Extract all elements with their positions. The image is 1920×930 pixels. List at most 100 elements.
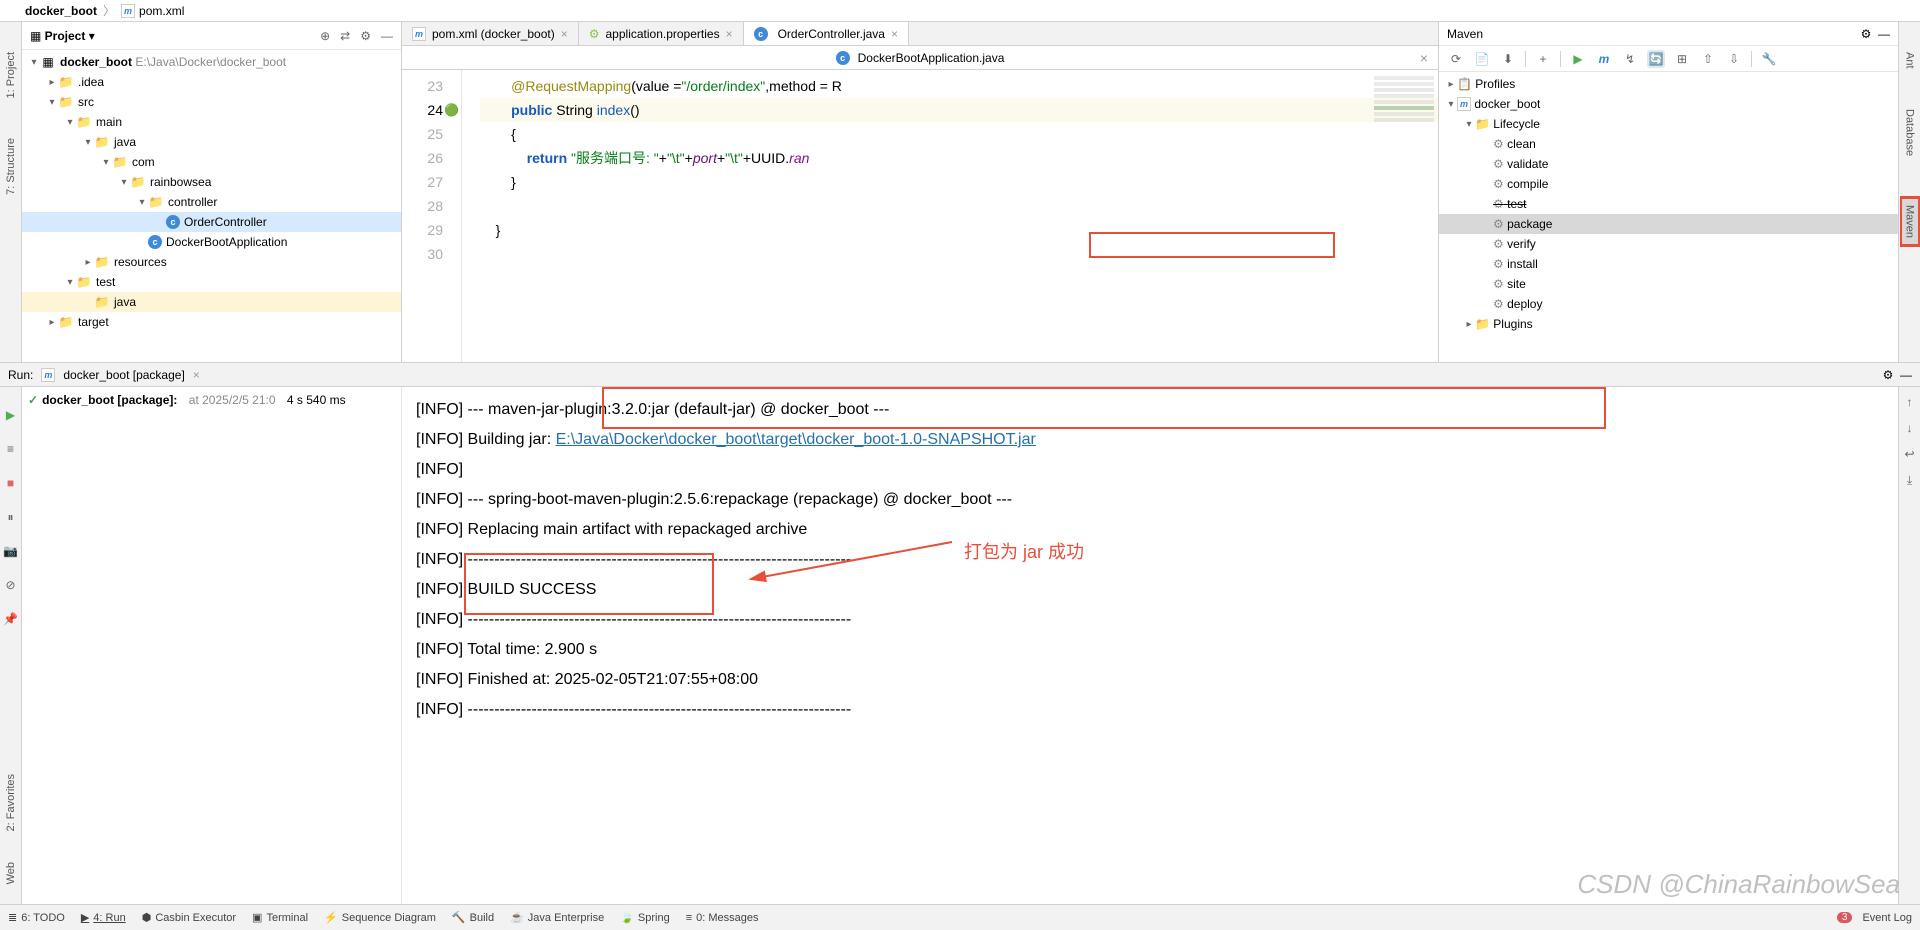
run-tree-row[interactable]: ✓ docker_boot [package]: at 2025/2/5 21:…: [26, 391, 397, 409]
tree-root[interactable]: ▾▦docker_boot E:\Java\Docker\docker_boot: [22, 52, 401, 72]
down-icon[interactable]: ↓: [1907, 421, 1913, 435]
project-tool-button[interactable]: 1: Project: [5, 52, 17, 98]
status-build[interactable]: 🔨 Build: [452, 911, 494, 924]
close-icon[interactable]: ×: [726, 27, 733, 41]
camera-icon[interactable]: 📷: [3, 543, 19, 559]
run-title: Run:: [8, 368, 33, 382]
maven-package[interactable]: ⚙ package: [1439, 214, 1898, 234]
clear-icon[interactable]: ⊘: [3, 577, 19, 593]
maven-tool-button[interactable]: Maven: [1900, 196, 1920, 247]
maven-deploy[interactable]: ⚙ deploy: [1439, 294, 1898, 314]
maven-lifecycle[interactable]: ▾📁 Lifecycle: [1439, 114, 1898, 134]
web-tool-button[interactable]: Web: [5, 862, 17, 884]
status-casbin[interactable]: ⬢ Casbin Executor: [142, 911, 236, 924]
code-content[interactable]: @RequestMapping(value ="/order/index",me…: [462, 70, 1438, 362]
maven-tree[interactable]: ▸📋 Profiles ▾m docker_boot ▾📁 Lifecycle …: [1439, 72, 1898, 362]
hide-icon[interactable]: —: [1900, 368, 1912, 382]
maven-project[interactable]: ▾m docker_boot: [1439, 94, 1898, 114]
status-javaee[interactable]: ☕ Java Enterprise: [510, 911, 604, 924]
status-messages[interactable]: ≡ 0: Messages: [686, 912, 759, 924]
tree-main[interactable]: ▾📁main: [22, 112, 401, 132]
project-tree[interactable]: ▾▦docker_boot E:\Java\Docker\docker_boot…: [22, 50, 401, 362]
collapse-icon[interactable]: ⇧: [1699, 50, 1717, 68]
jar-path-link[interactable]: E:\Java\Docker\docker_boot\target\docker…: [556, 431, 1036, 448]
tab-appprops[interactable]: ⚙application.properties×: [579, 22, 744, 45]
status-eventlog[interactable]: Event Log: [1862, 912, 1912, 924]
locate-icon[interactable]: ⊕: [320, 29, 330, 43]
run-icon[interactable]: ▶: [1569, 50, 1587, 68]
stop-icon[interactable]: ■: [3, 475, 19, 491]
rerun-icon[interactable]: ▶: [3, 407, 19, 423]
status-todo[interactable]: ≣ 6: TODO: [8, 911, 65, 924]
run-console[interactable]: [INFO] --- maven-jar-plugin:3.2.0:jar (d…: [402, 387, 1898, 904]
tree-rainbowsea[interactable]: ▾📁rainbowsea: [22, 172, 401, 192]
status-sequence[interactable]: ⚡ Sequence Diagram: [324, 911, 436, 924]
maven-install[interactable]: ⚙ install: [1439, 254, 1898, 274]
maven-site[interactable]: ⚙ site: [1439, 274, 1898, 294]
gear-icon[interactable]: ⚙: [360, 29, 371, 43]
tree-src[interactable]: ▾📁src: [22, 92, 401, 112]
tree-java[interactable]: ▾📁java: [22, 132, 401, 152]
tree-ordercontroller[interactable]: cOrderController: [22, 212, 401, 232]
tree-test[interactable]: ▾📁test: [22, 272, 401, 292]
m-icon[interactable]: m: [1595, 50, 1613, 68]
close-icon[interactable]: ×: [561, 27, 568, 41]
gear-icon[interactable]: ⚙: [1883, 368, 1894, 382]
favorites-tool-button[interactable]: 2: Favorites: [5, 774, 17, 831]
ant-tool-button[interactable]: Ant: [1904, 52, 1916, 69]
status-run[interactable]: ▶ 4: Run: [81, 911, 126, 924]
maven-verify[interactable]: ⚙ verify: [1439, 234, 1898, 254]
maven-validate[interactable]: ⚙ validate: [1439, 154, 1898, 174]
tab-ordercontroller[interactable]: cOrderController.java×: [744, 22, 909, 45]
structure-tool-button[interactable]: 7: Structure: [5, 138, 17, 195]
graph-icon[interactable]: ⊞: [1673, 50, 1691, 68]
add-icon[interactable]: +: [1534, 50, 1552, 68]
sources-icon[interactable]: 📄: [1473, 50, 1491, 68]
breadcrumb-project[interactable]: docker_boot: [25, 4, 97, 18]
filter-icon[interactable]: ≡: [3, 441, 19, 457]
maven-plugins[interactable]: ▸📁 Plugins: [1439, 314, 1898, 334]
download-icon[interactable]: ⬇: [1499, 50, 1517, 68]
tree-resources[interactable]: ▸📁resources: [22, 252, 401, 272]
skip-tests-icon[interactable]: ↯: [1621, 50, 1639, 68]
maven-clean[interactable]: ⚙ clean: [1439, 134, 1898, 154]
close-icon[interactable]: ×: [1420, 50, 1428, 66]
tree-idea[interactable]: ▸📁.idea: [22, 72, 401, 92]
tree-com[interactable]: ▾📁com: [22, 152, 401, 172]
status-terminal[interactable]: ▣ Terminal: [252, 911, 308, 924]
wrap-icon[interactable]: ↩: [1904, 447, 1914, 461]
tab-pom[interactable]: mpom.xml (docker_boot)×: [402, 22, 579, 45]
watermark: CSDN @ChinaRainbowSea: [1577, 869, 1900, 900]
run-panel: Run: m docker_boot [package] × ⚙ — ▶ ≡ ■…: [0, 362, 1920, 904]
offline-icon[interactable]: 🔄: [1647, 50, 1665, 68]
tree-target[interactable]: ▸📁target: [22, 312, 401, 332]
breadcrumb-file[interactable]: mpom.xml: [121, 4, 184, 18]
run-tree[interactable]: ✓ docker_boot [package]: at 2025/2/5 21:…: [22, 387, 402, 904]
refresh-icon[interactable]: ⟳: [1447, 50, 1465, 68]
close-icon[interactable]: ×: [891, 27, 898, 41]
database-tool-button[interactable]: Database: [1904, 109, 1916, 156]
gear-icon[interactable]: ⚙: [1861, 27, 1872, 41]
maven-compile[interactable]: ⚙ compile: [1439, 174, 1898, 194]
status-spring[interactable]: 🍃 Spring: [620, 911, 670, 924]
run-gutter-icon[interactable]: 🟢: [444, 98, 459, 122]
pause-icon[interactable]: ⏸: [3, 509, 19, 525]
wrench-icon[interactable]: 🔧: [1760, 50, 1778, 68]
up-icon[interactable]: ↑: [1907, 395, 1913, 409]
maven-test[interactable]: ⚙ test: [1439, 194, 1898, 214]
close-icon[interactable]: ×: [193, 368, 200, 382]
minimap[interactable]: [1374, 74, 1434, 214]
error-badge[interactable]: 3: [1837, 912, 1853, 923]
expand-all-icon[interactable]: ⇩: [1725, 50, 1743, 68]
subtab-dockerbootapp[interactable]: cDockerBootApplication.java: [824, 51, 1017, 65]
hide-icon[interactable]: —: [381, 29, 393, 43]
hide-icon[interactable]: —: [1878, 27, 1890, 41]
tree-dockerbootapp[interactable]: cDockerBootApplication: [22, 232, 401, 252]
tree-controller[interactable]: ▾📁controller: [22, 192, 401, 212]
expand-icon[interactable]: ⇄: [340, 29, 350, 43]
pin-icon[interactable]: 📌: [3, 611, 19, 627]
code-area[interactable]: 23 24🟢 25 26 27 28 29 30 @RequestMapping…: [402, 70, 1438, 362]
tree-test-java[interactable]: 📁java: [22, 292, 401, 312]
scroll-icon[interactable]: ⤓: [1907, 473, 1912, 488]
maven-profiles[interactable]: ▸📋 Profiles: [1439, 74, 1898, 94]
